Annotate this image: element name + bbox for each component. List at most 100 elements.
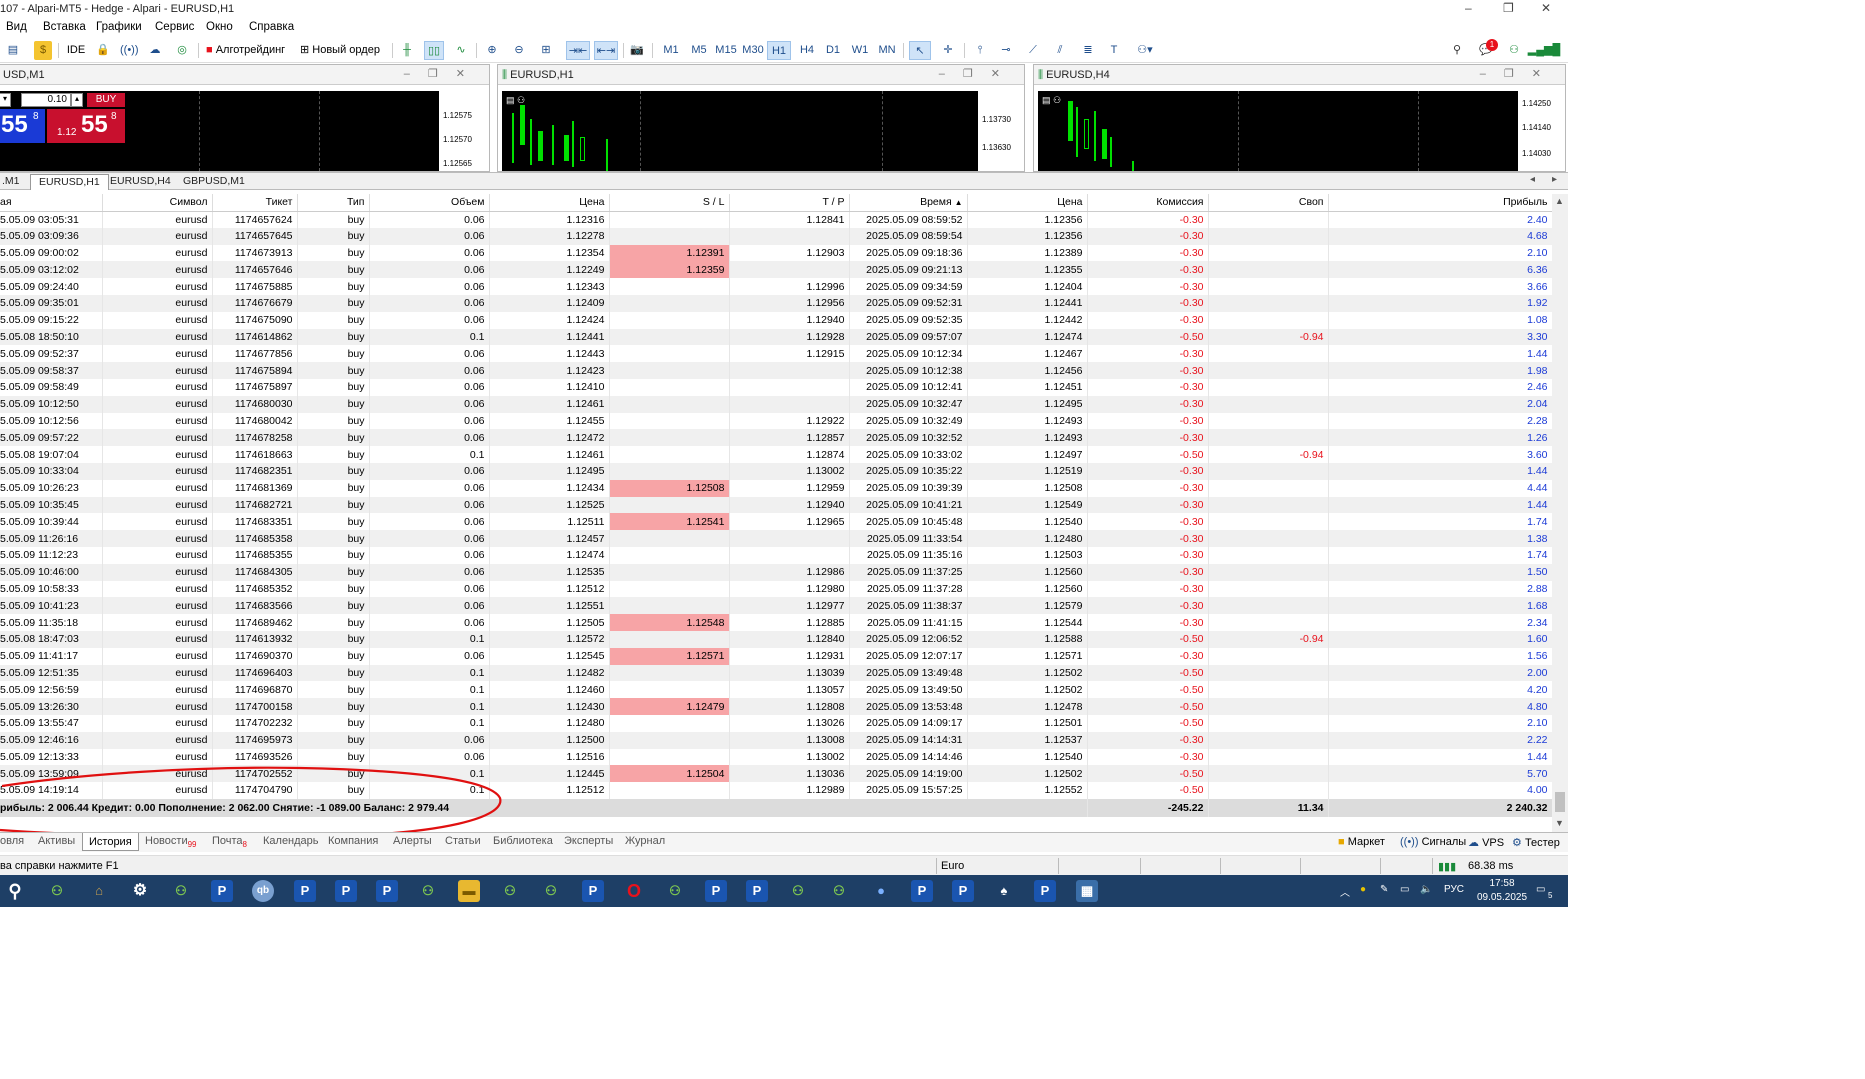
tab-mail[interactable]: Почта8 [212,835,247,849]
metatrader-icon[interactable]: Р [376,880,398,902]
menu-window[interactable]: Окно [206,21,233,33]
table-scrollbar[interactable]: ▲ ▼ [1552,194,1568,832]
minimize-button[interactable]: – [1465,1,1472,15]
tab-news[interactable]: Новости99 [145,835,197,849]
chart-shift-icon[interactable]: ⇤⇥ [594,41,618,60]
chart-window-h4[interactable]: ⫼ EURUSD,H4 –❐✕ ▤ ⚇ 1.14250 1.14140 1.14… [1033,64,1566,172]
table-row[interactable]: 5.05.09 03:05:31 eurusd 1174657624 buy 0.06 1… [0,211,1552,228]
vertical-line-icon[interactable]: ⫯ [970,41,990,60]
horizontal-line-icon[interactable]: ⊸ [996,41,1016,60]
notifications-icon[interactable]: ▭ [1536,884,1545,895]
channel-icon[interactable]: ⫽ [1050,41,1070,60]
language-indicator[interactable]: РУС [1444,884,1464,895]
ide-button[interactable]: IDE [64,41,88,60]
menu-help[interactable]: Справка [249,21,294,33]
window-buttons[interactable]: –❐✕ [1480,67,1559,80]
search-icon[interactable]: ⚲ [1448,41,1466,60]
table-row[interactable]: 5.05.09 09:57:22 eurusd 1174678258 buy 0.06 1… [0,429,1552,447]
metatrader-icon[interactable]: Р [211,880,233,902]
clock[interactable]: 17:58 09.05.2025 [1472,877,1532,905]
app-icon[interactable]: ⚇ [828,880,850,902]
table-row[interactable]: 5.05.09 11:12:23 eurusd 1174685355 buy 0.06 1… [0,546,1552,564]
new-order-button[interactable]: ⊞ Новый ордер [300,41,384,60]
trendline-icon[interactable]: ⟋ [1023,41,1043,60]
table-row[interactable]: 5.05.08 18:50:10 eurusd 1174614862 buy 0.1 1.… [0,328,1552,346]
cursor-icon[interactable]: ↖ [909,41,931,60]
table-row[interactable]: 5.05.09 13:55:47 eurusd 1174702232 buy 0.1 1.… [0,714,1552,732]
opera-icon[interactable]: O [623,880,645,902]
table-row[interactable]: 5.05.09 10:12:56 eurusd 1174680042 buy 0.06 1… [0,412,1552,430]
notifications-icon[interactable]: 💬 1 [1475,39,1498,60]
table-row[interactable]: 5.05.09 09:58:49 eurusd 1174675897 buy 0.06 1… [0,378,1552,396]
network-icon[interactable]: ▭ [1400,884,1409,895]
text-icon[interactable]: T [1104,41,1124,60]
line-chart-icon[interactable]: ∿ [452,41,470,60]
menu-tools[interactable]: Сервис [155,21,194,33]
candlestick-icon[interactable]: ▯▯ [424,41,444,60]
metatrader-icon[interactable]: Р [582,880,604,902]
table-row[interactable]: 5.05.09 14:19:14 eurusd 1174704790 buy 0.1 1.… [0,782,1552,799]
lot-increase-button[interactable]: ▴ [71,93,83,107]
table-row[interactable]: 5.05.09 09:00:02 eurusd 1174673913 buy 0.06 1… [0,244,1552,262]
tf-w1[interactable]: W1 [849,41,871,60]
fibonacci-icon[interactable]: ≣ [1078,41,1098,60]
table-row[interactable]: 5.05.09 03:09:36 eurusd 1174657645 buy 0.06 1… [0,227,1552,245]
menu-insert[interactable]: Вставка [43,21,86,33]
tf-m30[interactable]: M30 [740,41,766,60]
col-swap[interactable]: Своп [1208,194,1329,212]
tab-company[interactable]: Компания [328,835,378,847]
drop-icon[interactable]: ● [870,880,892,902]
metatrader-icon[interactable]: Р [335,880,357,902]
metatrader-icon[interactable]: Р [1034,880,1056,902]
app-icon[interactable]: ⚇ [417,880,439,902]
folder-icon[interactable]: ▬ [458,880,480,902]
chart-plot-h1[interactable]: ▤ ⚇ [502,91,978,171]
tf-d1[interactable]: D1 [822,41,844,60]
table-row[interactable]: 5.05.08 18:47:03 eurusd 1174613932 buy 0.1 1.… [0,630,1552,648]
sell-button[interactable]: 55 8 [0,109,45,143]
market-button[interactable]: ■ Маркет [1338,836,1385,848]
table-row[interactable]: 5.05.09 12:46:16 eurusd 1174695973 buy 0.06 1… [0,731,1552,749]
tester-button[interactable]: ⚙ Тестер [1512,836,1560,849]
table-row[interactable]: 5.05.09 10:58:33 eurusd 1174685352 buy 0.06 1… [0,580,1552,598]
table-row[interactable]: 5.05.09 10:41:23 eurusd 1174683566 buy 0.06 1… [0,597,1552,615]
scroll-thumb[interactable] [1555,792,1565,812]
window-buttons[interactable]: –❐✕ [404,67,483,80]
zoom-out-icon[interactable]: ⊖ [510,41,528,60]
tab-alerts[interactable]: Алерты [393,835,432,847]
tab-trade[interactable]: овля [0,835,24,847]
table-row[interactable]: 5.05.09 09:35:01 eurusd 1174676679 buy 0.06 1… [0,294,1552,312]
table-row[interactable]: 5.05.09 09:52:37 eurusd 1174677856 buy 0.06 1… [0,345,1552,363]
menu-view[interactable]: Вид [6,21,27,33]
col-close-time[interactable]: Время ▲ [849,194,968,212]
calculator-icon[interactable]: ▦ [1076,880,1098,902]
col-sl[interactable]: S / L [609,194,730,212]
vps-button[interactable]: ☁ VPS [1468,836,1504,849]
bar-chart-icon[interactable]: ╫ [398,41,416,60]
table-row[interactable]: 5.05.09 09:15:22 eurusd 1174675090 buy 0.06 1… [0,311,1552,329]
dollar-icon[interactable]: $ [34,41,52,60]
table-row[interactable]: 5.05.09 10:35:45 eurusd 1174682721 buy 0.06 1… [0,496,1552,514]
tf-mn[interactable]: MN [876,41,898,60]
app-icon[interactable]: ⚇ [46,880,68,902]
table-row[interactable]: 5.05.09 03:12:02 eurusd 1174657646 buy 0.06 1… [0,261,1552,279]
cards-icon[interactable]: ♠ [993,880,1015,902]
metatrader-icon[interactable]: Р [294,880,316,902]
shapes-icon[interactable]: ⚇▾ [1130,41,1160,60]
table-row[interactable]: 5.05.09 13:26:30 eurusd 1174700158 buy 0.1 1.… [0,698,1552,715]
qbittorrent-icon[interactable]: qb [252,880,274,902]
crosshair-icon[interactable]: ✛ [938,41,958,60]
app-icon[interactable]: ⚇ [499,880,521,902]
app-icon[interactable]: ⚇ [170,880,192,902]
table-row[interactable]: 5.05.09 10:12:50 eurusd 1174680030 buy 0.06 1… [0,395,1552,413]
table-row[interactable]: 5.05.08 19:07:04 eurusd 1174618663 buy 0.1 1.… [0,446,1552,463]
tf-h1[interactable]: H1 [767,41,791,60]
tab-articles[interactable]: Статьи [445,835,481,847]
col-close-price[interactable]: Цена [967,194,1088,212]
table-row[interactable]: 5.05.09 13:59:09 eurusd 1174702552 buy 0.1 1.… [0,765,1552,783]
table-row[interactable]: 5.05.09 10:26:23 eurusd 1174681369 buy 0.06 1… [0,479,1552,497]
close-button[interactable]: ✕ [1541,1,1551,15]
tf-m15[interactable]: M15 [713,41,739,60]
col-open-time[interactable]: ая [0,194,103,212]
chart-plot-h4[interactable]: ▤ ⚇ [1038,91,1518,171]
